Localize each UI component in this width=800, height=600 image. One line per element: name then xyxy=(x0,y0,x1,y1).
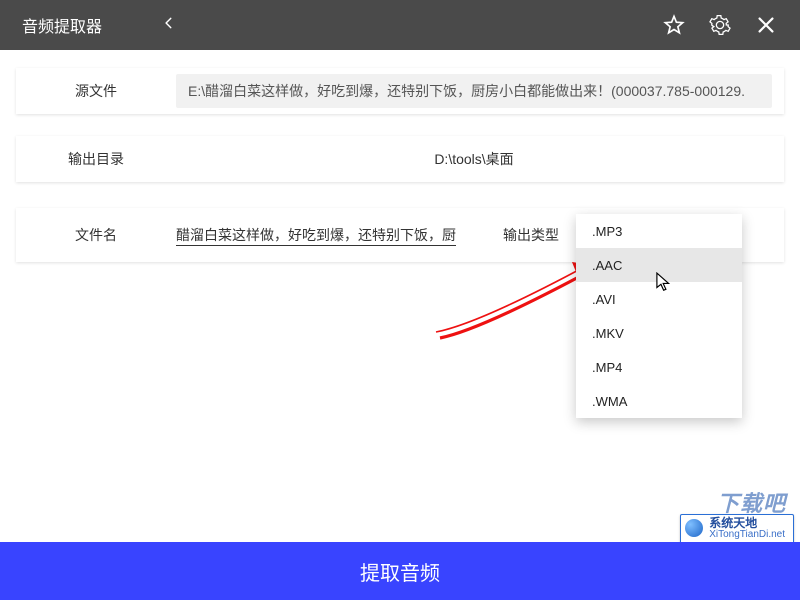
watermark-url: XiTongTianDi.net xyxy=(709,529,785,541)
output-dir-label: 输出目录 xyxy=(16,149,176,169)
source-file-field[interactable]: E:\醋溜白菜这样做，好吃到爆，还特别下饭，厨房小白都能做出来！(000037.… xyxy=(176,74,772,108)
output-type-dropdown[interactable]: .MP3.AAC.AVI.MKV.MP4.WMA xyxy=(576,214,742,418)
app-title: 音频提取器 xyxy=(0,13,102,37)
watermark-name: 系统天地 xyxy=(709,517,785,529)
format-option[interactable]: .MP3 xyxy=(576,214,742,248)
output-dir-field[interactable]: D:\tools\桌面 xyxy=(176,142,772,176)
close-icon[interactable] xyxy=(754,13,778,37)
source-file-label: 源文件 xyxy=(16,81,176,101)
gear-icon[interactable] xyxy=(708,13,732,37)
filename-input[interactable] xyxy=(176,225,456,246)
output-dir-panel: 输出目录 D:\tools\桌面 xyxy=(16,136,784,182)
format-option[interactable]: .MP4 xyxy=(576,350,742,384)
filename-label: 文件名 xyxy=(16,225,176,245)
source-file-panel: 源文件 E:\醋溜白菜这样做，好吃到爆，还特别下饭，厨房小白都能做出来！(000… xyxy=(16,68,784,114)
output-type-label: 输出类型 xyxy=(486,225,576,245)
watermark-bgtext: 下载吧 xyxy=(717,486,786,518)
watermark-badge: 系统天地 XiTongTianDi.net xyxy=(680,514,794,544)
back-button[interactable] xyxy=(162,16,176,35)
extract-audio-button[interactable]: 提取音频 xyxy=(0,542,800,600)
mouse-cursor-icon xyxy=(656,272,674,299)
format-option[interactable]: .WMA xyxy=(576,384,742,418)
globe-icon xyxy=(685,519,703,537)
star-icon[interactable] xyxy=(662,13,686,37)
title-bar: 音频提取器 xyxy=(0,0,800,50)
format-option[interactable]: .MKV xyxy=(576,316,742,350)
